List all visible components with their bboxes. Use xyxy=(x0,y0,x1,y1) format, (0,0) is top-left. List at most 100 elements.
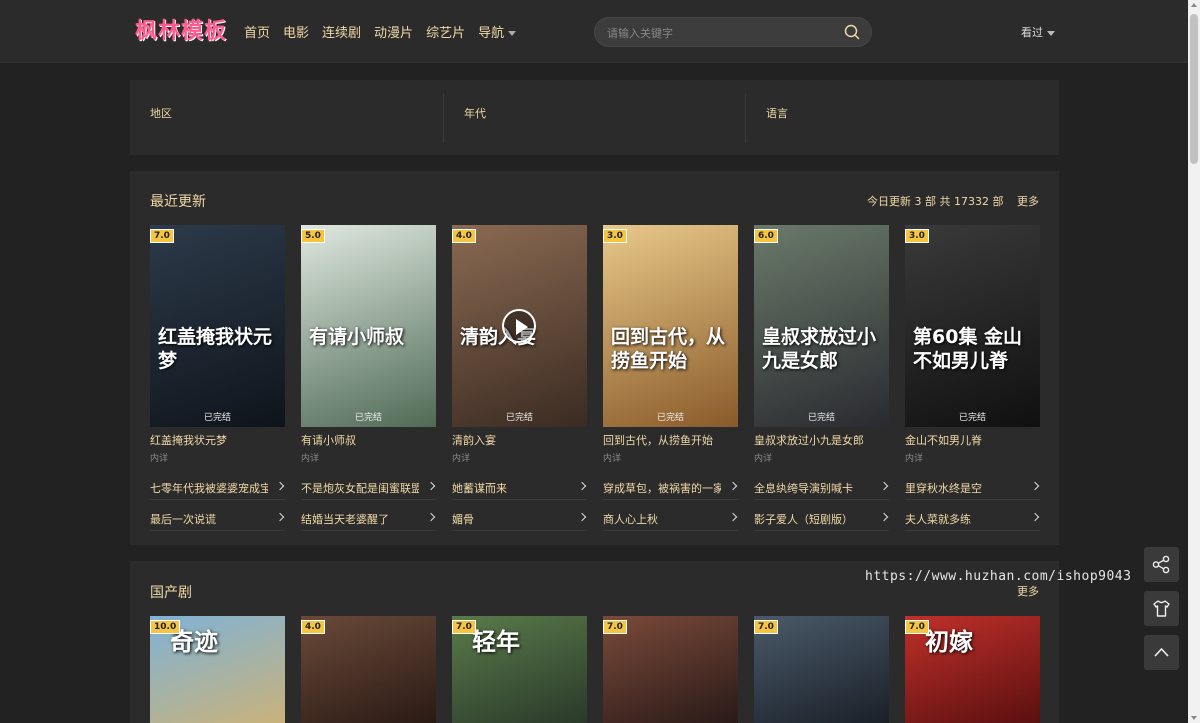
section-title: 国产剧 xyxy=(150,585,192,601)
update-stats: 今日更新 3 部 共 17332 部 更多 xyxy=(867,193,1039,209)
list-item[interactable]: 商人心上秋 xyxy=(603,507,738,531)
chevron-right-icon xyxy=(879,512,889,522)
poster-title-art: 初嫁 xyxy=(925,628,973,656)
video-poster[interactable]: 轻年 7.0 xyxy=(452,616,587,723)
video-poster[interactable]: 奇迹 10.0 xyxy=(150,616,285,723)
scroll-thumb[interactable] xyxy=(1190,14,1198,164)
search-input[interactable] xyxy=(607,24,837,42)
video-poster[interactable]: 皇叔求放过小九是女郎 6.0 已完结 xyxy=(754,225,889,427)
more-link[interactable]: 更多 xyxy=(1017,195,1039,208)
shirt-icon xyxy=(1153,600,1170,617)
video-poster[interactable]: 初嫁 7.0 xyxy=(905,616,1040,723)
update-list-row: 最后一次说谎 结婚当天老婆醒了 媚骨 商人心上秋 影子爱人（短剧版） 夫人菜就多练 xyxy=(150,507,1040,537)
unit: 部 xyxy=(992,195,1004,208)
video-poster[interactable]: 7.0 xyxy=(754,616,889,723)
section-title: 最近更新 xyxy=(150,194,206,210)
chevron-right-icon xyxy=(879,481,889,491)
video-poster[interactable]: 4.0 xyxy=(301,616,436,723)
list-item[interactable]: 穿成草包，被祸害的一家... xyxy=(603,476,738,500)
scroll-up-arrow-icon[interactable] xyxy=(1191,3,1197,7)
filter-region-label[interactable]: 地区 xyxy=(150,105,172,121)
status-label: 已完结 xyxy=(505,413,533,423)
list-item[interactable]: 全息纨绔导演别喊卡 xyxy=(754,476,889,500)
list-item[interactable]: 影子爱人（短剧版） xyxy=(754,507,889,531)
nav-guide-label: 导航 xyxy=(478,26,505,41)
video-title[interactable]: 有请小师叔 xyxy=(301,432,436,448)
list-item[interactable]: 结婚当天老婆醒了 xyxy=(301,507,436,531)
list-item[interactable]: 不是炮灰女配是闺蜜联盟 xyxy=(301,476,436,500)
video-card[interactable]: 4.0 xyxy=(301,616,436,723)
video-title[interactable]: 清韵入宴 xyxy=(452,432,587,448)
chevron-right-icon xyxy=(577,512,587,522)
list-item[interactable]: 夫人菜就多练 xyxy=(905,507,1040,531)
video-card[interactable]: 红盖掩我状元梦 7.0 已完结 红盖掩我状元梦 内详 xyxy=(150,225,285,465)
status-label: 已完结 xyxy=(807,413,835,423)
chevron-right-icon xyxy=(426,512,436,522)
list-item-title: 影子爱人（短剧版） xyxy=(754,513,853,526)
score-badge: 4.0 xyxy=(452,229,476,243)
video-poster[interactable]: 7.0 xyxy=(603,616,738,723)
scroll-down-arrow-icon[interactable] xyxy=(1191,716,1197,720)
list-item[interactable]: 最后一次说谎 xyxy=(150,507,285,531)
filter-language-label[interactable]: 语言 xyxy=(766,105,788,121)
video-cast: 内详 xyxy=(452,454,471,464)
nav-home[interactable]: 首页 xyxy=(244,22,270,41)
video-card[interactable]: 7.0 xyxy=(754,616,889,723)
list-item-title: 穿成草包，被祸害的一家... xyxy=(603,482,721,495)
list-item[interactable]: 七零年代我被婆婆宠成宝 xyxy=(150,476,285,500)
video-card[interactable]: 7.0 xyxy=(603,616,738,723)
page-scrollbar[interactable] xyxy=(1188,0,1200,723)
video-title[interactable]: 皇叔求放过小九是女郎 xyxy=(754,432,889,448)
nav-guide[interactable]: 导航 xyxy=(478,22,517,41)
arrow-up-icon xyxy=(1154,647,1169,657)
video-title[interactable]: 红盖掩我状元梦 xyxy=(150,432,285,448)
play-icon[interactable] xyxy=(502,309,536,343)
update-list-row: 七零年代我被婆婆宠成宝 不是炮灰女配是闺蜜联盟 她蓄谋而来 穿成草包，被祸害的一家..… xyxy=(150,476,1040,506)
video-card[interactable]: 皇叔求放过小九是女郎 6.0 已完结 皇叔求放过小九是女郎 内详 xyxy=(754,225,889,465)
total-count: 17332 xyxy=(954,195,989,208)
more-link[interactable]: 更多 xyxy=(1017,585,1039,598)
history-dropdown[interactable]: 看过 xyxy=(1021,24,1055,40)
video-title[interactable]: 金山不如男儿脊 xyxy=(905,432,1040,448)
filter-year-label[interactable]: 年代 xyxy=(464,105,486,121)
theme-button[interactable] xyxy=(1144,591,1179,626)
video-poster[interactable]: 红盖掩我状元梦 7.0 已完结 xyxy=(150,225,285,427)
nav-series[interactable]: 连续剧 xyxy=(322,22,361,41)
nav-movie[interactable]: 电影 xyxy=(283,22,309,41)
video-poster[interactable]: 清韵入宴 4.0 已完结 xyxy=(452,225,587,427)
list-item-title: 商人心上秋 xyxy=(603,513,658,526)
nav-variety[interactable]: 综艺片 xyxy=(426,22,465,41)
video-card[interactable]: 第60集 金山不如男儿脊 3.0 已完结 金山不如男儿脊 内详 xyxy=(905,225,1040,465)
video-card[interactable]: 初嫁 7.0 xyxy=(905,616,1040,723)
video-card[interactable]: 奇迹 10.0 xyxy=(150,616,285,723)
nav-anime[interactable]: 动漫片 xyxy=(374,22,413,41)
search-icon[interactable] xyxy=(844,24,860,40)
today-count: 3 xyxy=(914,195,922,208)
domestic-section: 国产剧 更多 奇迹 10.0 4.0 轻年 7.0 7.0 7.0 初嫁 7.0 xyxy=(130,561,1059,723)
video-card[interactable]: 回到古代，从捞鱼开始 3.0 已完结 回到古代，从捞鱼开始 内详 xyxy=(603,225,738,465)
video-poster[interactable]: 第60集 金山不如男儿脊 3.0 已完结 xyxy=(905,225,1040,427)
list-item-title: 七零年代我被婆婆宠成宝 xyxy=(150,482,268,495)
video-card[interactable]: 清韵入宴 4.0 已完结 清韵入宴 内详 xyxy=(452,225,587,465)
list-item[interactable]: 媚骨 xyxy=(452,507,587,531)
top-header: 枫林模板 首页 电影 连续剧 动漫片 综艺片 导航 看过 xyxy=(0,0,1188,63)
video-poster[interactable]: 回到古代，从捞鱼开始 3.0 已完结 xyxy=(603,225,738,427)
status-label: 已完结 xyxy=(958,413,986,423)
list-item[interactable]: 里穿秋水终是空 xyxy=(905,476,1040,500)
poster-title-art: 奇迹 xyxy=(170,628,218,656)
video-card[interactable]: 有请小师叔 5.0 已完结 有请小师叔 内详 xyxy=(301,225,436,465)
site-logo[interactable]: 枫林模板 xyxy=(135,13,227,45)
share-button[interactable] xyxy=(1144,547,1179,582)
video-poster[interactable]: 有请小师叔 5.0 已完结 xyxy=(301,225,436,427)
chevron-down-icon xyxy=(1047,30,1055,36)
recent-section: 最近更新 今日更新 3 部 共 17332 部 更多 红盖掩我状元梦 7.0 已… xyxy=(130,171,1059,545)
filter-year: 年代 xyxy=(444,93,746,143)
today-prefix: 今日更新 xyxy=(867,195,911,208)
video-card[interactable]: 轻年 7.0 xyxy=(452,616,587,723)
back-to-top-button[interactable] xyxy=(1144,635,1179,670)
list-item[interactable]: 她蓄谋而来 xyxy=(452,476,587,500)
video-title[interactable]: 回到古代，从捞鱼开始 xyxy=(603,432,738,448)
total-prefix: 共 xyxy=(939,195,951,208)
video-cast: 内详 xyxy=(603,454,622,464)
list-item-title: 全息纨绔导演别喊卡 xyxy=(754,482,853,495)
